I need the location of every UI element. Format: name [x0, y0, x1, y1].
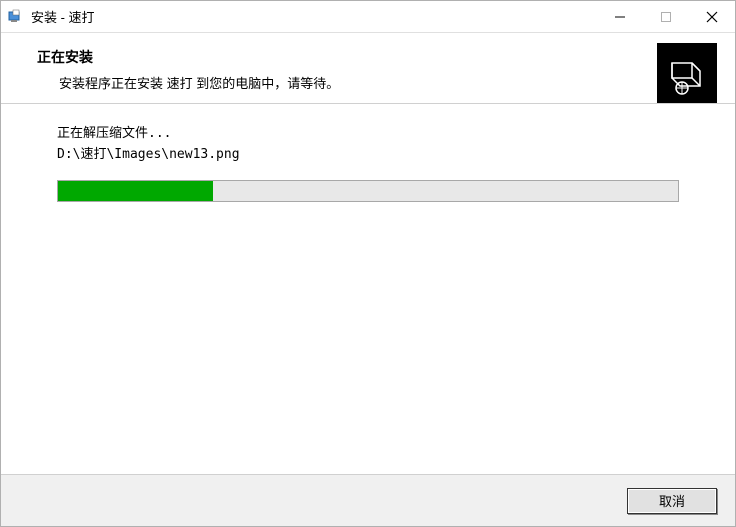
cancel-button[interactable]: 取消	[627, 488, 717, 514]
header-text: 正在安装 安装程序正在安装 速打 到您的电脑中，请等待。	[37, 47, 717, 93]
maximize-button	[643, 1, 689, 32]
footer: 取消	[1, 474, 735, 526]
status-line-2: D:\速打\Images\new13.png	[57, 145, 679, 166]
titlebar: 安装 - 速打	[1, 1, 735, 33]
app-icon	[7, 9, 23, 25]
progress-fill	[58, 181, 213, 201]
window-title: 安装 - 速打	[31, 7, 597, 26]
window-controls	[597, 1, 735, 32]
status-line-1: 正在解压缩文件...	[57, 124, 679, 145]
header-title: 正在安装	[37, 47, 717, 67]
content-area: 正在解压缩文件... D:\速打\Images\new13.png	[1, 104, 735, 474]
status-text: 正在解压缩文件... D:\速打\Images\new13.png	[57, 124, 679, 166]
installer-window: 安装 - 速打 正在安装 安装程序正在安装 速打 到您的电脑中，请等待。	[0, 0, 736, 527]
header-section: 正在安装 安装程序正在安装 速打 到您的电脑中，请等待。	[1, 33, 735, 103]
minimize-button[interactable]	[597, 1, 643, 32]
header-subtitle: 安装程序正在安装 速打 到您的电脑中，请等待。	[37, 73, 717, 92]
installer-icon	[657, 43, 717, 103]
close-button[interactable]	[689, 1, 735, 32]
progress-bar	[57, 180, 679, 202]
